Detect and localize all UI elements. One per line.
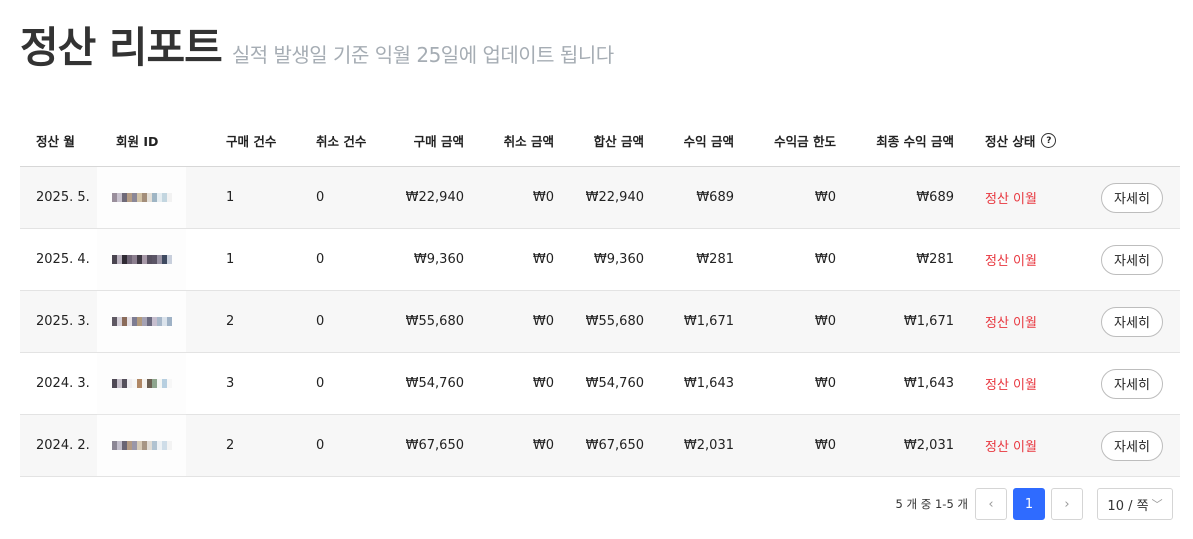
cell-cancel-amount: ₩0 [532,314,554,329]
cell-total-amount: ₩22,940 [585,190,644,205]
col-status-label: 정산 상태 [985,134,1036,149]
detail-button[interactable]: 자세히 [1101,430,1163,461]
col-purchase-count: 구매 건수 [226,134,277,149]
cell-profit-amount: ₩1,643 [683,376,734,391]
col-status: 정산 상태 ? [985,115,1075,166]
cell-profit-limit: ₩0 [814,190,836,205]
col-cancel-count: 취소 건수 [316,134,367,149]
cell-action: 자세히 [1100,167,1164,228]
cell-status: 정산 이월 [985,378,1037,393]
cell-total-amount: ₩67,650 [585,438,644,453]
page-size-select[interactable]: 10 / 쪽 ﹀ [1097,488,1173,520]
help-icon[interactable]: ? [1041,133,1057,148]
col-month: 정산 월 [36,134,75,149]
chevron-down-icon: ﹀ [1151,498,1163,511]
cell-cancel-count: 0 [316,376,325,391]
detail-button[interactable]: 자세히 [1101,368,1163,399]
cell-purchase-amount: ₩54,760 [405,376,464,391]
member-id-redacted [97,415,186,476]
cell-status: 정산 이월 [985,440,1037,455]
table-row: 2025. 4. 1 0 ₩9,360 ₩0 ₩9,360 ₩281 ₩0 ₩2… [20,229,1180,291]
cell-purchase-count: 1 [226,190,235,205]
col-cancel-amount: 취소 금액 [503,134,554,149]
prev-page-button[interactable]: ‹ [975,488,1007,520]
member-id-redacted [97,291,186,352]
cell-purchase-amount: ₩9,360 [413,252,464,267]
page-size-value: 10 / 쪽 [1107,498,1149,514]
cell-total-amount: ₩55,680 [585,314,644,329]
cell-status: 정산 이월 [985,316,1037,331]
cell-purchase-amount: ₩67,650 [405,438,464,453]
cell-cancel-amount: ₩0 [532,376,554,391]
chevron-right-icon: › [1064,496,1070,512]
pagination-count: 5 개 중 1-5 개 [895,497,968,511]
cell-status: 정산 이월 [985,192,1037,207]
cell-profit-limit: ₩0 [814,314,836,329]
chevron-left-icon: ‹ [988,496,994,512]
cell-cancel-amount: ₩0 [532,438,554,453]
col-profit-amount: 수익 금액 [683,134,734,149]
col-profit-limit: 수익금 한도 [774,134,836,149]
cell-cancel-count: 0 [316,438,325,453]
cell-purchase-count: 2 [226,314,235,329]
detail-button[interactable]: 자세히 [1101,306,1163,337]
settlement-table: 정산 월 회원 ID 구매 건수 취소 건수 구매 금액 취소 금액 합산 금액… [20,115,1180,477]
cell-purchase-count: 3 [226,376,235,391]
table-row: 2024. 2. 2 0 ₩67,650 ₩0 ₩67,650 ₩2,031 ₩… [20,415,1180,477]
cell-final-profit: ₩281 [916,252,954,267]
cell-purchase-amount: ₩22,940 [405,190,464,205]
cell-profit-amount: ₩281 [696,252,734,267]
page-title: 정산 리포트 [20,23,223,72]
table-row: 2025. 5. 1 0 ₩22,940 ₩0 ₩22,940 ₩689 ₩0 … [20,167,1180,229]
page-button-current[interactable]: 1 [1013,488,1045,520]
table-row: 2024. 3. 3 0 ₩54,760 ₩0 ₩54,760 ₩1,643 ₩… [20,353,1180,416]
cell-purchase-amount: ₩55,680 [405,314,464,329]
cell-purchase-count: 1 [226,252,235,267]
next-page-button[interactable]: › [1051,488,1083,520]
cell-profit-limit: ₩0 [814,438,836,453]
cell-cancel-amount: ₩0 [532,252,554,267]
member-id-redacted [97,167,186,228]
cell-final-profit: ₩2,031 [903,438,954,453]
cell-status: 정산 이월 [985,254,1037,269]
cell-profit-amount: ₩2,031 [683,438,734,453]
cell-profit-limit: ₩0 [814,376,836,391]
cell-action: 자세히 [1100,291,1164,352]
cell-total-amount: ₩54,760 [585,376,644,391]
cell-profit-amount: ₩1,671 [683,314,734,329]
col-member-id: 회원 ID [116,134,159,149]
cell-cancel-count: 0 [316,252,325,267]
table-row: 2025. 3. 2 0 ₩55,680 ₩0 ₩55,680 ₩1,671 ₩… [20,291,1180,353]
cell-cancel-count: 0 [316,190,325,205]
member-id-redacted [97,229,186,290]
col-final-profit: 최종 수익 금액 [876,134,954,149]
cell-purchase-count: 2 [226,438,235,453]
cell-cancel-count: 0 [316,314,325,329]
cell-action: 자세히 [1100,415,1164,476]
table-header-row: 정산 월 회원 ID 구매 건수 취소 건수 구매 금액 취소 금액 합산 금액… [20,115,1180,167]
page-header: 정산 리포트 실적 발생일 기준 익월 25일에 업데이트 됩니다 [20,14,614,75]
cell-cancel-amount: ₩0 [532,190,554,205]
detail-button[interactable]: 자세히 [1101,182,1163,213]
page-subtitle: 실적 발생일 기준 익월 25일에 업데이트 됩니다 [231,43,614,67]
cell-total-amount: ₩9,360 [593,252,644,267]
cell-final-profit: ₩1,643 [903,376,954,391]
member-id-redacted [97,353,186,416]
col-total-amount: 합산 금액 [593,134,644,149]
cell-profit-limit: ₩0 [814,252,836,267]
col-purchase-amount: 구매 금액 [413,134,464,149]
cell-final-profit: ₩1,671 [903,314,954,329]
cell-action: 자세히 [1100,353,1164,414]
pagination: 5 개 중 1-5 개 ‹ 1 › 10 / 쪽 ﹀ [0,488,1193,520]
cell-profit-amount: ₩689 [696,190,734,205]
detail-button[interactable]: 자세히 [1101,244,1163,275]
cell-action: 자세히 [1100,229,1164,290]
cell-final-profit: ₩689 [916,190,954,205]
